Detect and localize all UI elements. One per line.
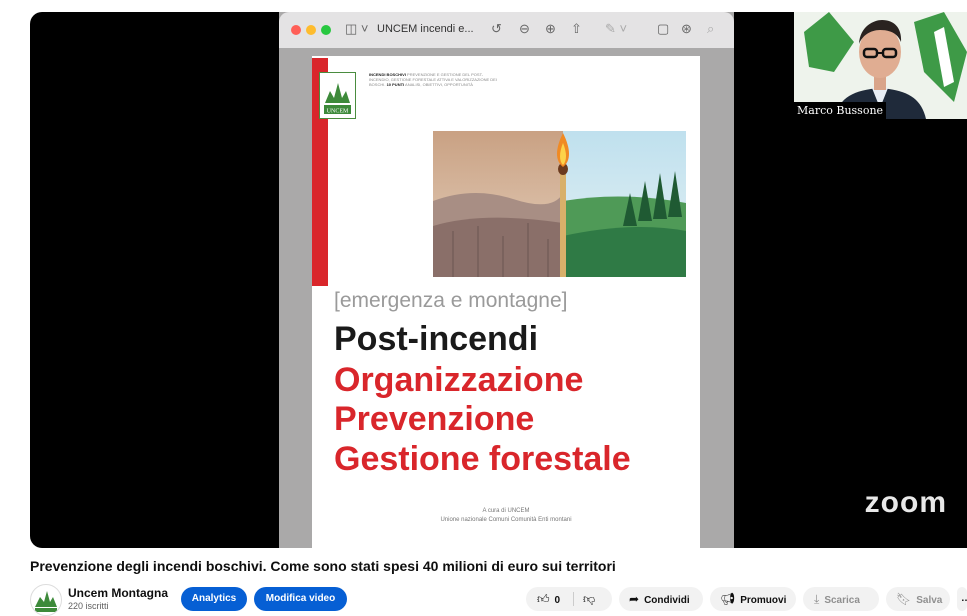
zoom-watermark: zoom: [864, 486, 947, 519]
speaker-name-label: Marco Bussone: [794, 102, 887, 119]
rotate-icon: ↺: [491, 21, 502, 36]
zoom-light-icon: [321, 25, 331, 35]
channel-avatar[interactable]: [30, 584, 62, 616]
share-label: Condividi: [644, 595, 690, 606]
video-title: Prevenzione degli incendi boschivi. Come…: [30, 558, 616, 574]
promote-label: Promuovi: [740, 595, 787, 606]
thumbs-down-icon: 👎︎: [583, 592, 596, 606]
window-titlebar: ◫ ˅ UNCEM incendi e... ↺ ⊖ ⊕ ⇧ ✎ ˅ ▢ ⊛ ⌕: [279, 12, 734, 48]
document-header: INCENDI BOSCHIVI PREVENZIONE E GESTIONE …: [369, 72, 499, 87]
search-icon: ⌕: [707, 21, 715, 36]
download-label: Scarica: [824, 595, 860, 606]
like-count: 0: [554, 595, 561, 606]
download-icon: ⤓: [814, 592, 820, 606]
share-arrow-icon: ➦: [629, 592, 640, 606]
credit-line-2: Unione nazionale Comuni Comunità Enti mo…: [440, 517, 572, 523]
edit-video-button[interactable]: Modifica video: [254, 587, 347, 611]
logo-text: UNCEM: [327, 109, 349, 115]
thumbs-up-icon: 👍︎: [537, 592, 550, 606]
close-light-icon: [291, 25, 301, 35]
title-line-1: Post-incendi: [334, 320, 539, 358]
share-button[interactable]: ➦ Condividi: [619, 587, 703, 611]
title-line-3: Prevenzione: [334, 400, 535, 438]
match-forest-illustration: [433, 131, 686, 277]
download-button[interactable]: ⤓ Scarica: [803, 587, 879, 611]
window-icon: ▢: [657, 21, 670, 36]
save-label: Salva: [916, 595, 943, 606]
subscriber-count: 220 iscritti: [68, 601, 109, 611]
zoom-in-icon: ⊕: [545, 21, 556, 36]
video-player[interactable]: ◫ ˅ UNCEM incendi e... ↺ ⊖ ⊕ ⇧ ✎ ˅ ▢ ⊛ ⌕…: [30, 12, 967, 548]
sidebar-icon: ◫ ˅: [345, 21, 369, 36]
uncem-logo: UNCEM: [319, 72, 356, 119]
save-button[interactable]: 🔖︎ Salva: [886, 587, 950, 611]
bookmark-icon: 🔖︎: [896, 592, 912, 606]
window-title: UNCEM incendi e...: [377, 23, 474, 35]
document-subtitle: [emergenza e montagne]: [334, 289, 568, 312]
channel-name[interactable]: Uncem Montagna: [68, 586, 168, 600]
like-button[interactable]: 👍︎ 0: [537, 587, 560, 613]
document-page: UNCEM INCENDI BOSCHIVI PREVENZIONE E GES…: [312, 56, 700, 548]
more-actions-button[interactable]: …: [957, 587, 967, 611]
preview-window: ◫ ˅ UNCEM incendi e... ↺ ⊖ ⊕ ⇧ ✎ ˅ ▢ ⊛ ⌕…: [279, 12, 734, 548]
credit-line-1: A cura di UNCEM: [482, 508, 530, 514]
megaphone-icon: 📢︎: [720, 592, 736, 606]
header-points: 10 PUNTI: [386, 82, 405, 87]
title-line-2: Organizzazione: [334, 361, 584, 399]
like-dislike-group: 👍︎ 0 👎︎: [526, 587, 612, 611]
header-tail: ANALISI, OBIETTIVI, OPPORTUNITÀ: [405, 82, 473, 87]
analytics-button[interactable]: Analytics: [181, 587, 247, 611]
dislike-button[interactable]: 👎︎: [583, 587, 600, 613]
markup-icon: ✎ ˅: [605, 21, 628, 36]
like-divider: [573, 592, 574, 606]
share-icon: ⇧: [571, 21, 582, 36]
title-line-4: Gestione forestale: [334, 440, 631, 478]
annotate-icon: ⊛: [681, 21, 692, 36]
promote-button[interactable]: 📢︎ Promuovi: [710, 587, 796, 611]
speaker-video-tile: Marco Bussone: [794, 12, 967, 119]
minimize-light-icon: [306, 25, 316, 35]
zoom-out-icon: ⊖: [519, 21, 530, 36]
